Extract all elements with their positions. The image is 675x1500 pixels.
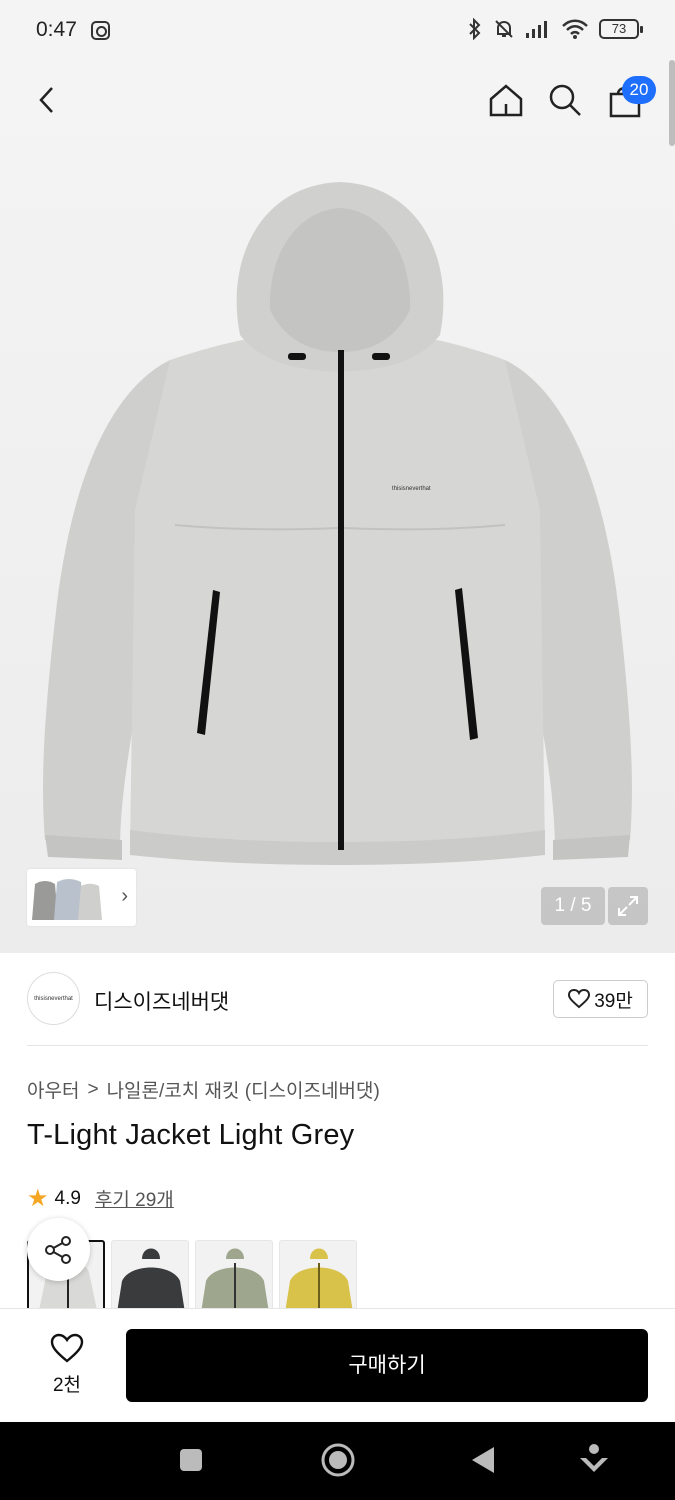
system-navigation-bar bbox=[0, 1422, 675, 1500]
share-button[interactable] bbox=[27, 1218, 90, 1281]
swatch-jacket-image bbox=[201, 1248, 269, 1308]
thumbnail-image bbox=[32, 878, 102, 920]
product-title: T-Light Jacket Light Grey bbox=[27, 1119, 355, 1151]
review-count-link[interactable]: 후기 29개 bbox=[95, 1185, 174, 1212]
jacket-image: thisisneverthat bbox=[43, 182, 632, 865]
assistant-icon[interactable] bbox=[578, 1442, 610, 1476]
status-time: 0:47 bbox=[36, 18, 77, 41]
search-button[interactable] bbox=[543, 78, 587, 122]
breadcrumb-category[interactable]: 아우터 bbox=[27, 1076, 79, 1103]
cart-count-badge: 20 bbox=[622, 76, 656, 104]
battery-icon: 73 bbox=[599, 19, 643, 39]
buy-button[interactable]: 구매하기 bbox=[126, 1329, 648, 1402]
expand-button[interactable] bbox=[608, 887, 648, 925]
star-icon: ★ bbox=[27, 1185, 49, 1212]
divider bbox=[27, 1045, 648, 1046]
brand-logo[interactable]: thisisneverthat bbox=[27, 972, 80, 1025]
wifi-icon bbox=[562, 19, 588, 39]
share-icon bbox=[44, 1235, 71, 1264]
status-bar: 0:47 73 bbox=[0, 0, 675, 60]
swatch-sage[interactable] bbox=[195, 1240, 273, 1308]
image-pager: 1 / 5 bbox=[541, 887, 605, 925]
purchase-bar: 2천 구매하기 bbox=[0, 1308, 675, 1422]
product-image-gallery[interactable]: thisisneverthat › 1 / 5 bbox=[0, 60, 675, 953]
back-button[interactable] bbox=[25, 78, 69, 122]
status-icons: 73 bbox=[467, 18, 643, 40]
brand-like-button[interactable]: 39만 bbox=[553, 980, 648, 1018]
swatch-yellow[interactable] bbox=[279, 1240, 357, 1308]
wishlist-count: 2천 bbox=[52, 1375, 82, 1396]
breadcrumb-separator: > bbox=[87, 1078, 99, 1100]
home-icon bbox=[489, 84, 523, 117]
swatch-jacket-image bbox=[285, 1248, 353, 1308]
mute-bell-icon bbox=[495, 20, 513, 38]
top-navigation bbox=[0, 60, 675, 140]
brand-row[interactable]: thisisneverthat 디스이즈네버댓 39만 bbox=[27, 970, 648, 1026]
color-thumbnail-strip[interactable]: › bbox=[27, 869, 136, 926]
rating-score: 4.9 bbox=[54, 1187, 81, 1209]
brand-name[interactable]: 디스이즈네버댓 bbox=[94, 986, 229, 1016]
bluetooth-icon bbox=[469, 18, 481, 40]
back-arrow-icon bbox=[39, 87, 53, 113]
search-icon bbox=[549, 84, 581, 116]
signal-icon bbox=[526, 21, 547, 38]
brand-like-count: 39만 bbox=[594, 990, 633, 1012]
swatch-black[interactable] bbox=[111, 1240, 189, 1308]
recents-icon[interactable] bbox=[178, 1447, 204, 1473]
swatch-jacket-image bbox=[117, 1248, 185, 1308]
heart-icon bbox=[50, 1333, 84, 1363]
breadcrumb: 아우터 > 나일론/코치 재킷 (디스이즈네버댓) bbox=[27, 1076, 380, 1103]
back-nav-icon[interactable] bbox=[470, 1445, 496, 1475]
chevron-right-icon: › bbox=[121, 885, 128, 907]
svg-text:thisisneverthat: thisisneverthat bbox=[392, 486, 431, 492]
scrollbar[interactable] bbox=[669, 60, 675, 146]
instagram-icon bbox=[90, 20, 110, 40]
breadcrumb-subcategory[interactable]: 나일론/코치 재킷 (디스이즈네버댓) bbox=[107, 1076, 380, 1103]
rating-row: ★ 4.9 후기 29개 bbox=[27, 1184, 174, 1213]
home-nav-icon[interactable] bbox=[320, 1442, 356, 1478]
heart-icon bbox=[568, 989, 591, 1009]
wishlist-button[interactable]: 2천 bbox=[33, 1333, 101, 1397]
home-button[interactable] bbox=[484, 78, 528, 122]
expand-icon bbox=[618, 896, 638, 916]
